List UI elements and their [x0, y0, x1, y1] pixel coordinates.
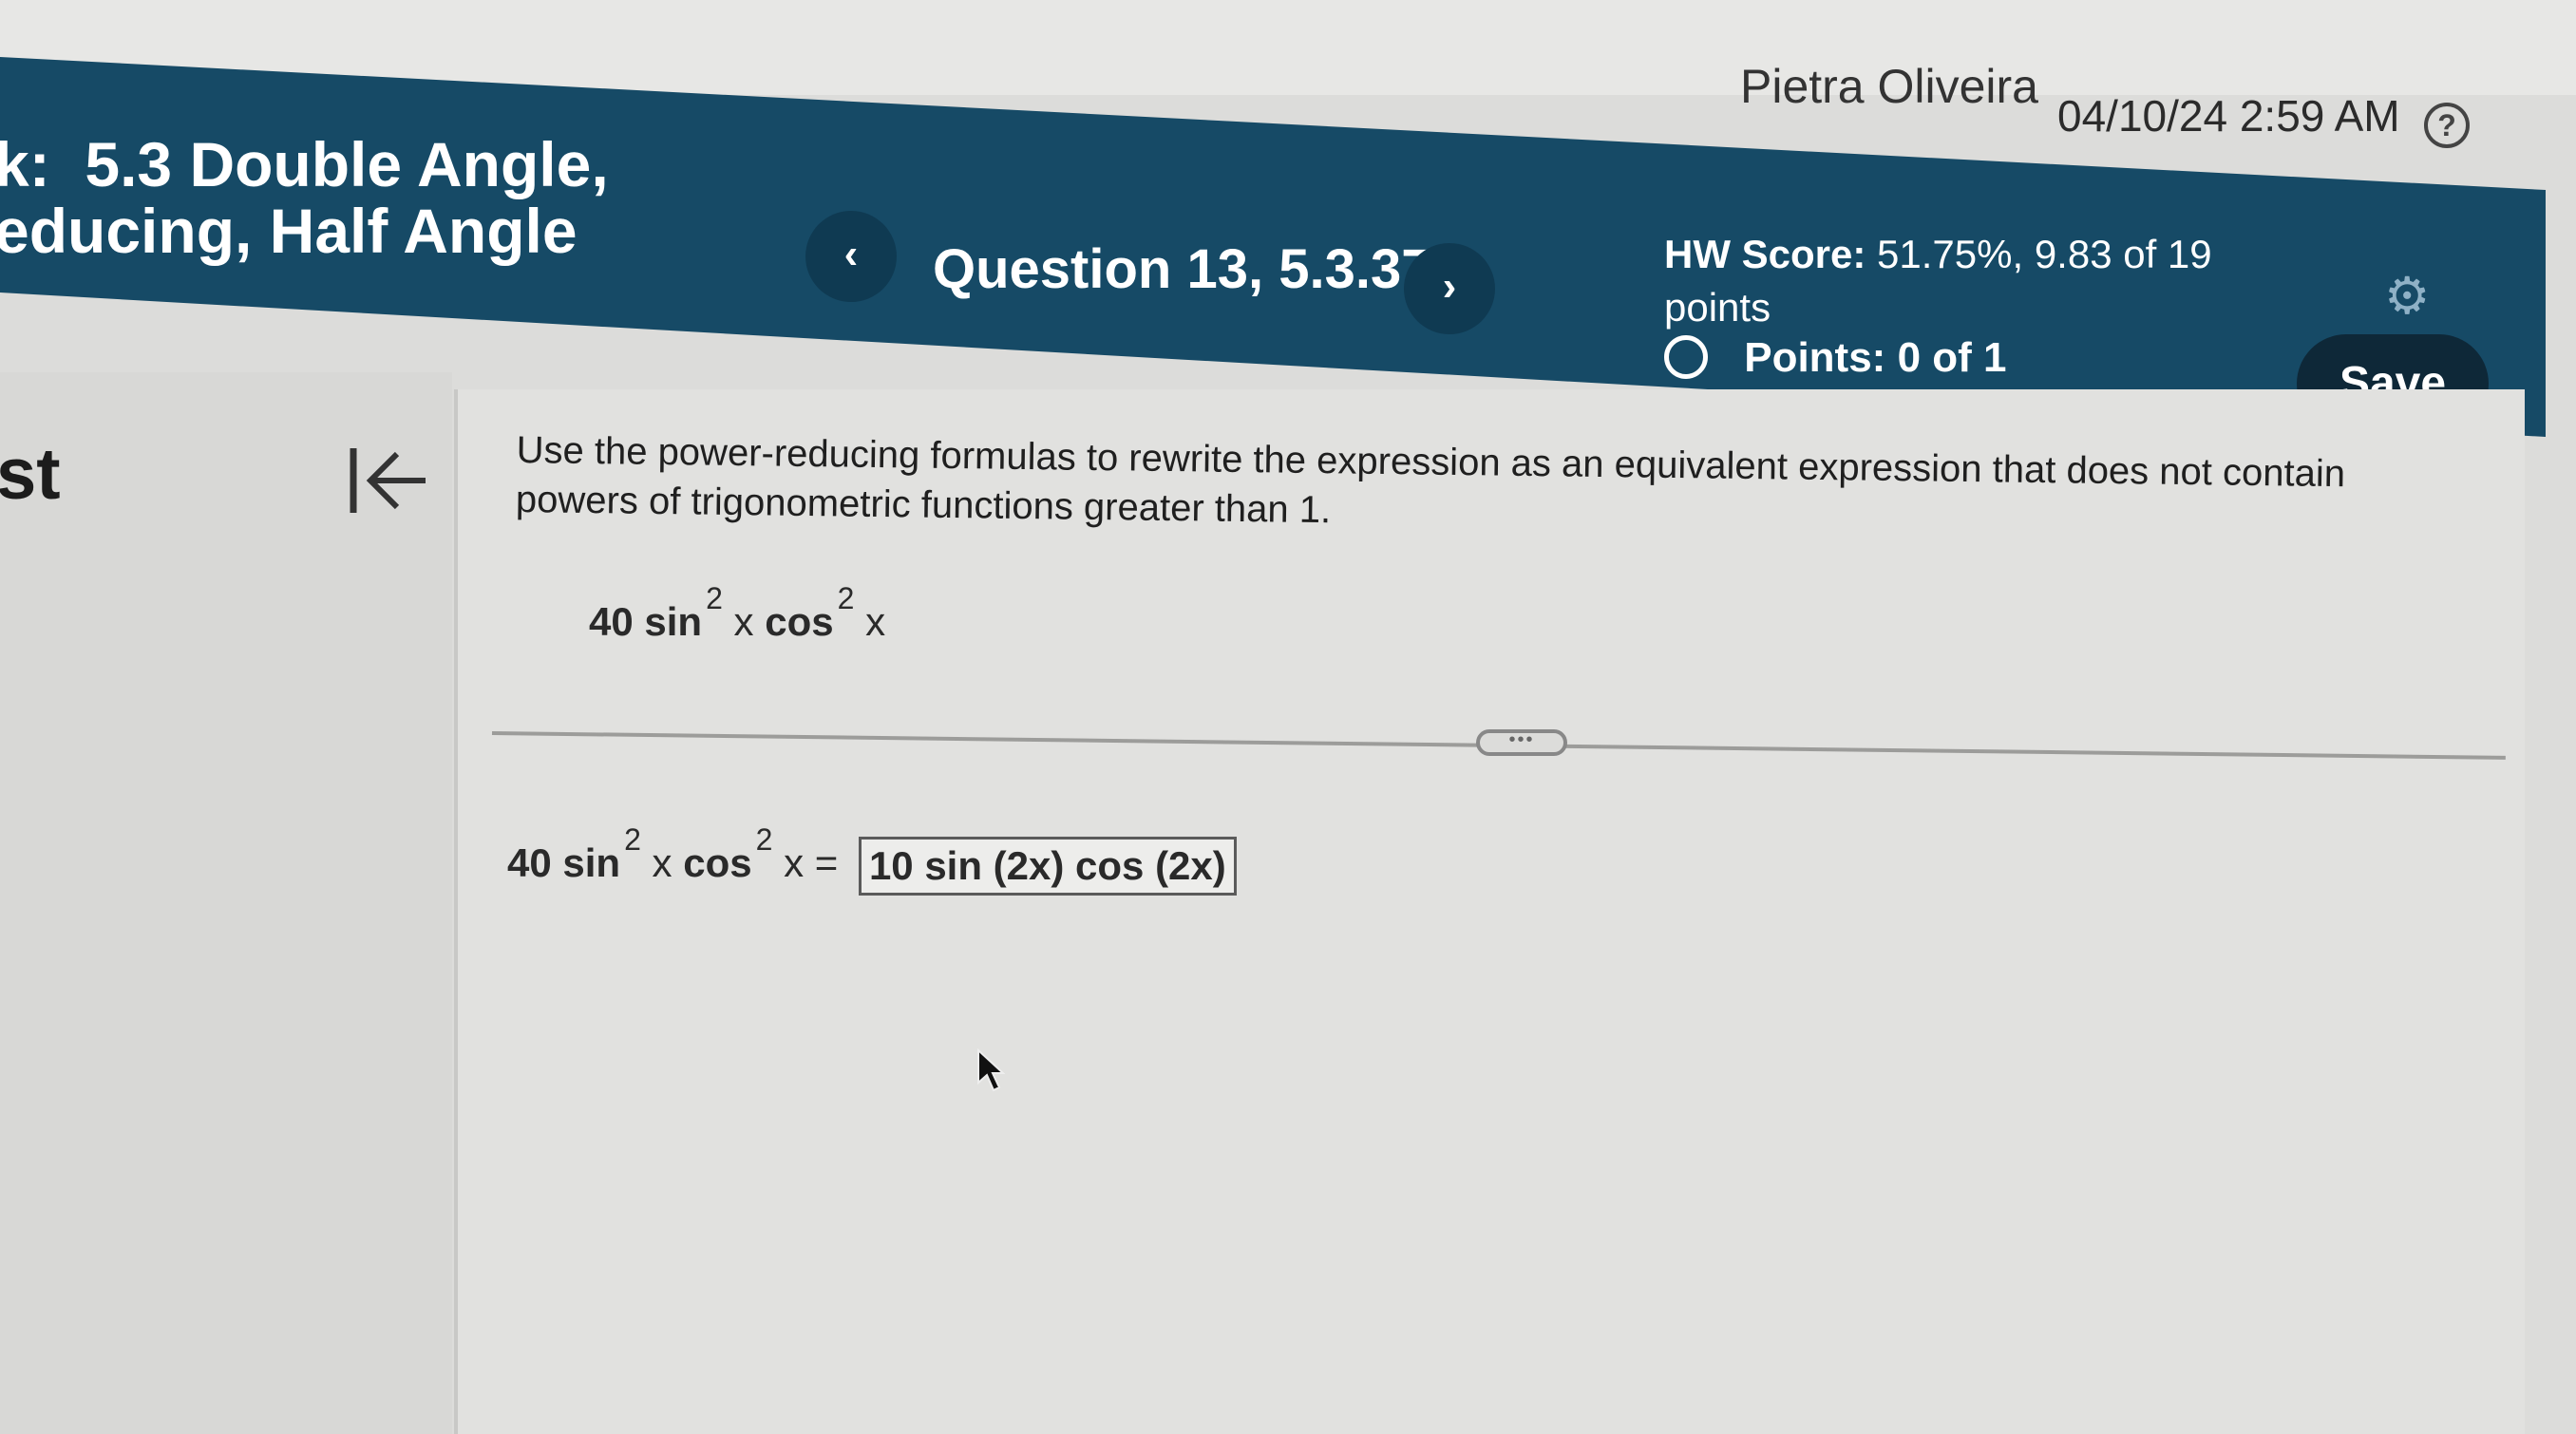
answer-lhs-var1: x [652, 840, 672, 885]
expr-coef: 40 [589, 599, 634, 644]
answer-input[interactable]: 10 sin (2x) cos (2x) [858, 836, 1237, 896]
expr-cos: cos [765, 599, 834, 644]
sidebar [0, 372, 452, 1434]
answer-lhs-exp1: 2 [624, 822, 641, 857]
points-status-icon [1664, 335, 1708, 380]
hw-score-label: HW Score: [1664, 232, 1866, 276]
expr-exp1: 2 [706, 581, 723, 615]
datetime: 04/10/24 2:59 AM [2057, 91, 2400, 141]
gear-icon[interactable]: ⚙ [2384, 266, 2430, 326]
user-name: Pietra Oliveira [1740, 60, 2038, 113]
next-question-button[interactable]: › [1404, 243, 1495, 334]
hw-score: HW Score: 51.75%, 9.83 of 19 points [1664, 228, 2253, 334]
hw-score-value: 51.75%, 9.83 of 19 [1877, 232, 2212, 276]
given-expression: 40 sin2 x cos2 x [589, 581, 885, 645]
previous-question-button[interactable]: ‹ [805, 211, 897, 302]
hw-score-unit: points [1664, 285, 1771, 330]
answer-lhs-exp2: 2 [755, 822, 773, 857]
equals-sign: = [814, 840, 839, 885]
mouse-cursor-icon [977, 1048, 1005, 1092]
answer-equation: 40 sin2 x cos2 x = 10 sin (2x) cos (2x) [507, 822, 1237, 896]
chevron-left-icon: ‹ [843, 231, 859, 277]
points-label: Points: [1744, 334, 1886, 381]
answer-lhs-coef: 40 [507, 840, 552, 885]
collapse-left-icon[interactable] [346, 443, 431, 519]
chevron-right-icon: › [1442, 263, 1457, 310]
divider-handle[interactable]: ••• [1476, 729, 1567, 756]
expr-var2: x [865, 599, 886, 644]
expr-var1: x [733, 599, 754, 644]
answer-lhs-var2: x [784, 840, 805, 885]
assignment-title: k: 5.3 Double Angle, educing, Half Angle [0, 129, 609, 266]
question-label: Question 13, 5.3.37 [933, 238, 1432, 300]
points-value: 0 of 1 [1897, 334, 2007, 381]
help-icon[interactable]: ? [2424, 103, 2470, 148]
sidebar-label: st [0, 434, 61, 515]
answer-lhs-cos: cos [683, 840, 752, 885]
points-row: Points: 0 of 1 [1664, 334, 2007, 382]
expr-exp2: 2 [837, 581, 855, 615]
answer-lhs-sin: sin [562, 840, 621, 885]
expr-sin: sin [644, 599, 703, 644]
